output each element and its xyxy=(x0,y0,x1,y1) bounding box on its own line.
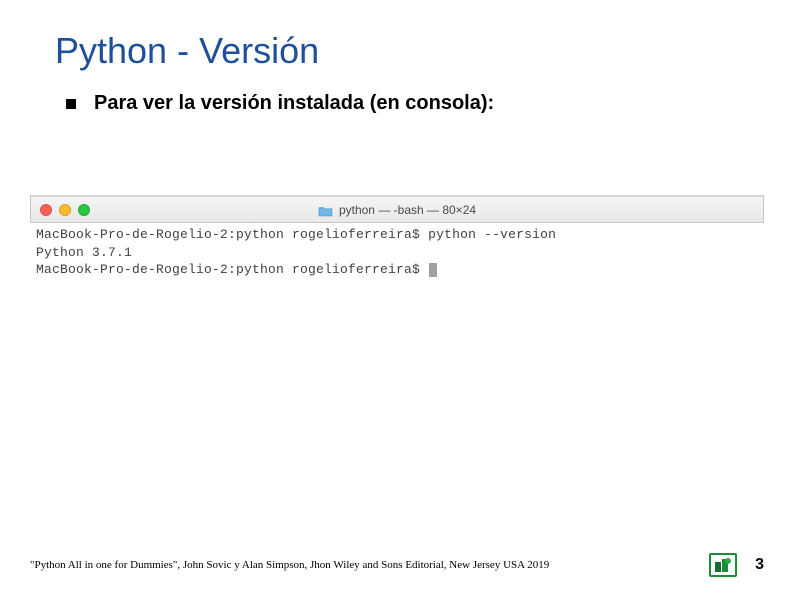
bullet-text: Para ver la versión instalada (en consol… xyxy=(94,92,494,115)
folder-icon xyxy=(318,204,333,216)
page-title: Python - Versión xyxy=(55,30,794,72)
window-controls xyxy=(40,204,90,216)
terminal-window: python — -bash — 80×24 MacBook-Pro-de-Ro… xyxy=(30,195,764,285)
terminal-body[interactable]: MacBook-Pro-de-Rogelio-2:python rogeliof… xyxy=(30,223,764,285)
terminal-titlebar: python — -bash — 80×24 xyxy=(30,196,764,223)
bullet-marker-icon xyxy=(66,99,76,109)
page-number: 3 xyxy=(755,556,764,574)
footer: "Python All in one for Dummies", John So… xyxy=(30,553,764,577)
cursor-icon xyxy=(429,263,437,277)
terminal-title: python — -bash — 80×24 xyxy=(339,203,476,217)
bullet-item: Para ver la versión instalada (en consol… xyxy=(66,92,794,115)
maximize-icon[interactable] xyxy=(78,204,90,216)
terminal-line: MacBook-Pro-de-Rogelio-2:python rogeliof… xyxy=(36,226,758,244)
close-icon[interactable] xyxy=(40,204,52,216)
logo-icon xyxy=(709,553,737,577)
titlebar-center: python — -bash — 80×24 xyxy=(318,203,476,217)
minimize-icon[interactable] xyxy=(59,204,71,216)
citation-text: "Python All in one for Dummies", John So… xyxy=(30,559,549,571)
terminal-line: MacBook-Pro-de-Rogelio-2:python rogeliof… xyxy=(36,261,758,279)
slide: Python - Versión Para ver la versión ins… xyxy=(0,0,794,595)
terminal-line: Python 3.7.1 xyxy=(36,244,758,262)
footer-right: 3 xyxy=(709,553,764,577)
